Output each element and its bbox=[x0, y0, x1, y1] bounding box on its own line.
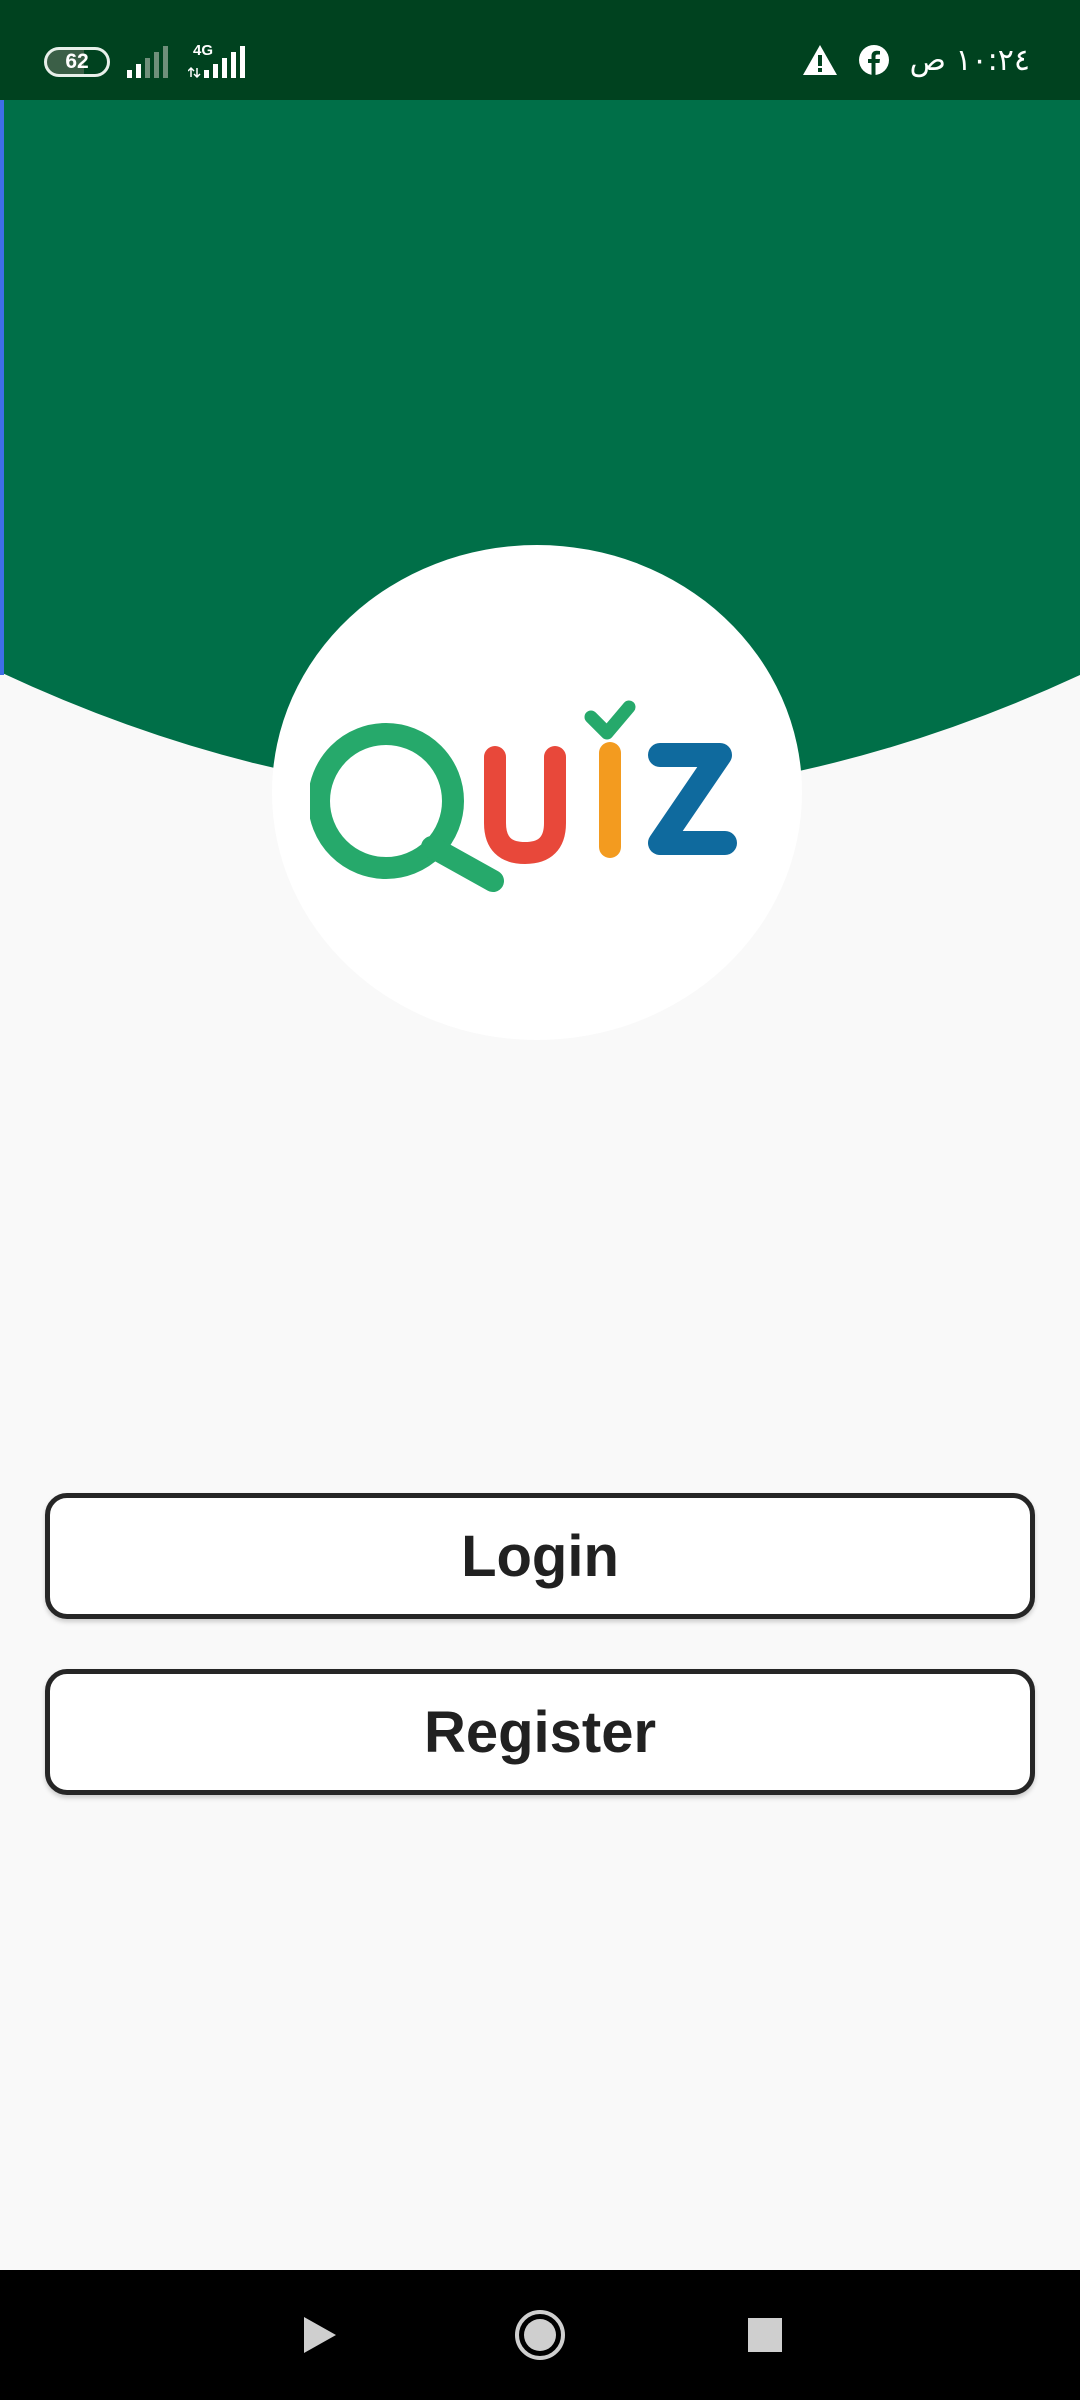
battery-icon: 62 bbox=[44, 47, 110, 77]
back-icon[interactable] bbox=[290, 2305, 350, 2365]
signal-icon bbox=[127, 46, 168, 78]
recents-icon[interactable] bbox=[735, 2305, 795, 2365]
login-button[interactable]: Login bbox=[45, 1493, 1035, 1619]
register-button-label: Register bbox=[423, 1699, 657, 1765]
facebook-icon bbox=[858, 45, 889, 75]
status-bar: 62 4G ١٠:٢٤ ص bbox=[0, 0, 1080, 100]
status-right: ١٠:٢٤ ص bbox=[802, 40, 1030, 80]
signal-4g-icon bbox=[188, 46, 245, 78]
home-icon[interactable] bbox=[510, 2305, 570, 2365]
navigation-bar bbox=[0, 2270, 1080, 2400]
register-button[interactable]: Register bbox=[45, 1669, 1035, 1795]
warning-icon bbox=[802, 45, 837, 75]
clock: ١٠:٢٤ ص bbox=[909, 42, 1030, 78]
quiz-logo bbox=[310, 700, 737, 892]
login-button-label: Login bbox=[461, 1523, 619, 1589]
battery-level: 62 bbox=[65, 50, 89, 73]
